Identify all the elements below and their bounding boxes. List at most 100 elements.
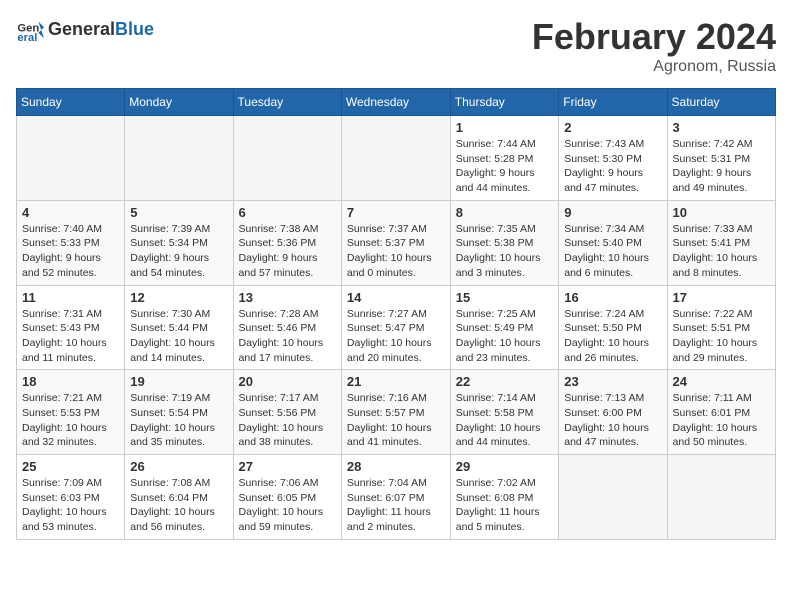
calendar-cell	[233, 116, 341, 201]
day-info: Sunrise: 7:35 AMSunset: 5:38 PMDaylight:…	[456, 222, 553, 281]
logo-icon: Gen eral	[16, 16, 44, 44]
day-number: 27	[239, 459, 336, 474]
day-number: 19	[130, 374, 227, 389]
day-number: 16	[564, 290, 661, 305]
day-number: 28	[347, 459, 445, 474]
day-info: Sunrise: 7:33 AMSunset: 5:41 PMDaylight:…	[673, 222, 770, 281]
calendar-cell: 27 Sunrise: 7:06 AMSunset: 6:05 PMDayligh…	[233, 455, 341, 540]
weekday-header-monday: Monday	[125, 89, 233, 116]
calendar-cell: 11 Sunrise: 7:31 AMSunset: 5:43 PMDayligh…	[17, 285, 125, 370]
calendar-cell: 16 Sunrise: 7:24 AMSunset: 5:50 PMDayligh…	[559, 285, 667, 370]
day-info: Sunrise: 7:38 AMSunset: 5:36 PMDaylight:…	[239, 222, 336, 281]
calendar-cell: 23 Sunrise: 7:13 AMSunset: 6:00 PMDayligh…	[559, 370, 667, 455]
day-info: Sunrise: 7:43 AMSunset: 5:30 PMDaylight:…	[564, 137, 661, 196]
day-info: Sunrise: 7:04 AMSunset: 6:07 PMDaylight:…	[347, 476, 445, 535]
week-row-3: 18 Sunrise: 7:21 AMSunset: 5:53 PMDayligh…	[17, 370, 776, 455]
day-info: Sunrise: 7:11 AMSunset: 6:01 PMDaylight:…	[673, 391, 770, 450]
calendar-cell: 3Sunrise: 7:42 AMSunset: 5:31 PMDaylight…	[667, 116, 775, 201]
calendar-cell: 14 Sunrise: 7:27 AMSunset: 5:47 PMDayligh…	[341, 285, 450, 370]
title-section: February 2024 Agronom, Russia	[532, 16, 776, 76]
day-info: Sunrise: 7:16 AMSunset: 5:57 PMDaylight:…	[347, 391, 445, 450]
calendar-cell: 12 Sunrise: 7:30 AMSunset: 5:44 PMDayligh…	[125, 285, 233, 370]
calendar-cell	[125, 116, 233, 201]
day-number: 11	[22, 290, 119, 305]
weekday-header-thursday: Thursday	[450, 89, 558, 116]
calendar-cell	[341, 116, 450, 201]
day-number: 9	[564, 205, 661, 220]
day-number: 13	[239, 290, 336, 305]
calendar-cell: 5 Sunrise: 7:39 AMSunset: 5:34 PMDaylight…	[125, 200, 233, 285]
header: Gen eral GeneralBlue February 2024 Agron…	[16, 16, 776, 76]
day-info: Sunrise: 7:24 AMSunset: 5:50 PMDaylight:…	[564, 307, 661, 366]
weekday-header-wednesday: Wednesday	[341, 89, 450, 116]
day-number: 7	[347, 205, 445, 220]
calendar-cell	[667, 455, 775, 540]
day-number: 1	[456, 120, 553, 135]
calendar-cell: 19 Sunrise: 7:19 AMSunset: 5:54 PMDayligh…	[125, 370, 233, 455]
weekday-header-tuesday: Tuesday	[233, 89, 341, 116]
weekday-header-sunday: Sunday	[17, 89, 125, 116]
day-info: Sunrise: 7:22 AMSunset: 5:51 PMDaylight:…	[673, 307, 770, 366]
calendar-cell: 20Sunrise: 7:17 AMSunset: 5:56 PMDayligh…	[233, 370, 341, 455]
day-number: 17	[673, 290, 770, 305]
day-number: 10	[673, 205, 770, 220]
day-info: Sunrise: 7:42 AMSunset: 5:31 PMDaylight:…	[673, 137, 770, 196]
calendar-cell: 28 Sunrise: 7:04 AMSunset: 6:07 PMDayligh…	[341, 455, 450, 540]
calendar-cell: 25 Sunrise: 7:09 AMSunset: 6:03 PMDayligh…	[17, 455, 125, 540]
calendar-cell: 9 Sunrise: 7:34 AMSunset: 5:40 PMDaylight…	[559, 200, 667, 285]
calendar-subtitle: Agronom, Russia	[532, 58, 776, 76]
day-info: Sunrise: 7:31 AMSunset: 5:43 PMDaylight:…	[22, 307, 119, 366]
week-row-2: 11 Sunrise: 7:31 AMSunset: 5:43 PMDayligh…	[17, 285, 776, 370]
day-info: Sunrise: 7:13 AMSunset: 6:00 PMDaylight:…	[564, 391, 661, 450]
day-info: Sunrise: 7:08 AMSunset: 6:04 PMDaylight:…	[130, 476, 227, 535]
day-info: Sunrise: 7:06 AMSunset: 6:05 PMDaylight:…	[239, 476, 336, 535]
weekday-header-saturday: Saturday	[667, 89, 775, 116]
calendar-cell: 18 Sunrise: 7:21 AMSunset: 5:53 PMDayligh…	[17, 370, 125, 455]
calendar-cell: 7 Sunrise: 7:37 AMSunset: 5:37 PMDaylight…	[341, 200, 450, 285]
calendar-cell	[559, 455, 667, 540]
day-info: Sunrise: 7:21 AMSunset: 5:53 PMDaylight:…	[22, 391, 119, 450]
day-number: 5	[130, 205, 227, 220]
weekday-header-row: SundayMondayTuesdayWednesdayThursdayFrid…	[17, 89, 776, 116]
day-number: 12	[130, 290, 227, 305]
day-number: 26	[130, 459, 227, 474]
calendar-cell: 15Sunrise: 7:25 AMSunset: 5:49 PMDayligh…	[450, 285, 558, 370]
calendar-cell: 29 Sunrise: 7:02 AMSunset: 6:08 PMDayligh…	[450, 455, 558, 540]
calendar-cell: 22Sunrise: 7:14 AMSunset: 5:58 PMDayligh…	[450, 370, 558, 455]
svg-text:eral: eral	[17, 32, 37, 44]
calendar-cell: 4Sunrise: 7:40 AMSunset: 5:33 PMDaylight…	[17, 200, 125, 285]
day-number: 23	[564, 374, 661, 389]
day-number: 8	[456, 205, 553, 220]
day-number: 25	[22, 459, 119, 474]
calendar-cell: 8 Sunrise: 7:35 AMSunset: 5:38 PMDaylight…	[450, 200, 558, 285]
calendar-cell: 24Sunrise: 7:11 AMSunset: 6:01 PMDayligh…	[667, 370, 775, 455]
day-info: Sunrise: 7:19 AMSunset: 5:54 PMDaylight:…	[130, 391, 227, 450]
logo-text: GeneralBlue	[48, 20, 154, 40]
calendar-title: February 2024	[532, 16, 776, 58]
calendar-table: SundayMondayTuesdayWednesdayThursdayFrid…	[16, 88, 776, 540]
day-info: Sunrise: 7:02 AMSunset: 6:08 PMDaylight:…	[456, 476, 553, 535]
day-number: 18	[22, 374, 119, 389]
week-row-1: 4Sunrise: 7:40 AMSunset: 5:33 PMDaylight…	[17, 200, 776, 285]
day-info: Sunrise: 7:30 AMSunset: 5:44 PMDaylight:…	[130, 307, 227, 366]
day-info: Sunrise: 7:39 AMSunset: 5:34 PMDaylight:…	[130, 222, 227, 281]
calendar-cell: 13Sunrise: 7:28 AMSunset: 5:46 PMDayligh…	[233, 285, 341, 370]
day-number: 22	[456, 374, 553, 389]
week-row-4: 25 Sunrise: 7:09 AMSunset: 6:03 PMDayligh…	[17, 455, 776, 540]
calendar-cell: 2 Sunrise: 7:43 AMSunset: 5:30 PMDaylight…	[559, 116, 667, 201]
day-number: 2	[564, 120, 661, 135]
day-number: 14	[347, 290, 445, 305]
day-number: 6	[239, 205, 336, 220]
day-info: Sunrise: 7:34 AMSunset: 5:40 PMDaylight:…	[564, 222, 661, 281]
calendar-cell: 17 Sunrise: 7:22 AMSunset: 5:51 PMDayligh…	[667, 285, 775, 370]
day-number: 29	[456, 459, 553, 474]
day-info: Sunrise: 7:09 AMSunset: 6:03 PMDaylight:…	[22, 476, 119, 535]
calendar-cell: 6 Sunrise: 7:38 AMSunset: 5:36 PMDaylight…	[233, 200, 341, 285]
day-info: Sunrise: 7:40 AMSunset: 5:33 PMDaylight:…	[22, 222, 119, 281]
day-info: Sunrise: 7:17 AMSunset: 5:56 PMDaylight:…	[239, 391, 336, 450]
weekday-header-friday: Friday	[559, 89, 667, 116]
logo-blue: Blue	[115, 19, 154, 39]
day-info: Sunrise: 7:27 AMSunset: 5:47 PMDaylight:…	[347, 307, 445, 366]
day-info: Sunrise: 7:37 AMSunset: 5:37 PMDaylight:…	[347, 222, 445, 281]
day-number: 15	[456, 290, 553, 305]
